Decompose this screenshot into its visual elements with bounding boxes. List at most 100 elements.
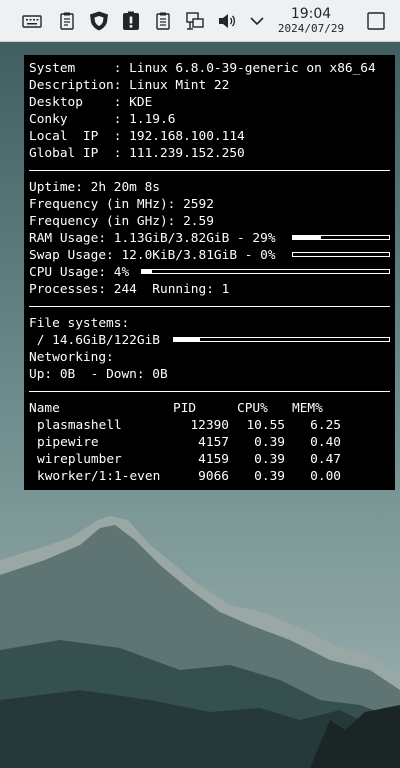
ram-usage-bar	[292, 235, 390, 240]
show-desktop-icon[interactable]	[364, 9, 388, 33]
keyboard-icon[interactable]	[20, 9, 44, 33]
root-filesystem-row: / 14.6GiB/122GiB	[29, 332, 390, 349]
process-table: Name PID CPU% MEM% plasmashell 12390 10.…	[29, 400, 390, 485]
process-pid: 9066	[198, 469, 229, 484]
download-label: - Down:	[75, 367, 153, 382]
row-label: Description:	[29, 78, 130, 93]
process-mem: 0.00	[310, 469, 341, 484]
notification-clipboard-icon[interactable]	[119, 9, 143, 33]
process-mem: 6.25	[310, 418, 341, 433]
clock[interactable]: 19:04 2024/07/29	[270, 6, 352, 36]
processes-label: Processes:	[29, 282, 114, 297]
networking-label: Networking:	[29, 350, 114, 365]
row-value: Linux Mint 22	[129, 78, 230, 93]
process-name: plasmashell	[37, 418, 122, 433]
ram-usage-value: 1.13GiB/3.82GiB - 29%	[113, 231, 276, 246]
process-table-header: Name PID CPU% MEM%	[29, 400, 390, 417]
frequency-mhz-value: 2592	[183, 197, 214, 212]
system-info: System : Linux 6.8.0-39-generic on x86_6…	[29, 60, 390, 162]
row-label: Global IP :	[29, 146, 130, 161]
uptime-value: 2h 20m 8s	[90, 180, 160, 195]
process-row: wireplumber 4159 0.39 0.47	[29, 451, 390, 468]
chevron-down-icon[interactable]	[245, 9, 269, 33]
upload-label: Up:	[29, 367, 60, 382]
process-row: pipewire 4157 0.39 0.40	[29, 434, 390, 451]
cpu-usage-value: 4%	[113, 265, 130, 280]
swap-usage-bar	[292, 252, 390, 257]
process-mem: 0.40	[310, 435, 341, 450]
process-row: kworker/1:1-even 9066 0.39 0.00	[29, 468, 390, 485]
divider	[29, 306, 390, 307]
frequency-mhz-row: Frequency (in MHz): 2592	[29, 196, 390, 213]
process-pid: 4157	[198, 435, 229, 450]
row-value: KDE	[129, 95, 153, 110]
frequency-ghz-value: 2.59	[183, 214, 214, 229]
column-header-mem: MEM%	[292, 401, 323, 416]
process-pid: 4159	[198, 452, 229, 467]
row-value: 192.168.100.114	[129, 129, 245, 144]
process-cpu: 0.39	[254, 452, 285, 467]
global-ip-row: Global IP : 111.239.152.250	[29, 145, 390, 162]
row-label: Desktop :	[29, 95, 130, 110]
process-cpu: 0.39	[254, 469, 285, 484]
process-name: wireplumber	[37, 452, 122, 467]
frequency-ghz-row: Frequency (in GHz): 2.59	[29, 213, 390, 230]
top-panel: 19:04 2024/07/29	[0, 0, 400, 42]
root-filesystem-bar	[173, 337, 390, 342]
row-value: 111.239.152.250	[129, 146, 245, 161]
row-value: 1.19.6	[129, 112, 176, 127]
shield-icon[interactable]	[87, 9, 111, 33]
process-cpu: 10.55	[246, 418, 285, 433]
uptime-label: Uptime:	[29, 180, 91, 195]
root-filesystem-fill	[174, 338, 200, 341]
divider	[29, 391, 390, 392]
process-pid: 12390	[190, 418, 229, 433]
storage-network-info: File systems: / 14.6GiB/122GiB Networkin…	[29, 315, 390, 383]
resource-info: Uptime: 2h 20m 8s Frequency (in MHz): 25…	[29, 179, 390, 298]
network-wired-icon[interactable]	[183, 9, 207, 33]
ram-usage-row: RAM Usage: 1.13GiB/3.82GiB - 29%	[29, 230, 390, 247]
process-name: pipewire	[37, 435, 99, 450]
description-row: Description: Linux Mint 22	[29, 77, 390, 94]
network-traffic-row: Up: 0B - Down: 0B	[29, 366, 390, 383]
processes-row: Processes: 244 Running: 1	[29, 281, 390, 298]
download-value: 0B	[152, 367, 168, 382]
cpu-usage-fill	[142, 270, 152, 273]
process-cpu: 0.39	[254, 435, 285, 450]
upload-value: 0B	[59, 367, 76, 382]
column-header-pid: PID	[173, 401, 197, 416]
process-row: plasmashell 12390 10.55 6.25	[29, 417, 390, 434]
local-ip-row: Local IP : 192.168.100.114	[29, 128, 390, 145]
cpu-usage-row: CPU Usage: 4%	[29, 264, 390, 281]
cpu-usage-label: CPU Usage:	[29, 265, 114, 280]
swap-usage-row: Swap Usage: 12.0KiB/3.81GiB - 0%	[29, 247, 390, 264]
row-value: Linux 6.8.0-39-generic on x86_64	[129, 61, 376, 76]
system-row: System : Linux 6.8.0-39-generic on x86_6…	[29, 60, 390, 77]
column-header-name: Name	[29, 401, 60, 416]
swap-usage-label: Swap Usage:	[29, 248, 122, 263]
swap-usage-value: 12.0KiB/3.81GiB - 0%	[121, 248, 276, 263]
cpu-usage-bar	[141, 269, 390, 274]
root-filesystem-value: / 14.6GiB/122GiB	[29, 333, 160, 348]
row-label: Conky :	[29, 112, 130, 127]
volume-icon[interactable]	[215, 9, 239, 33]
ram-usage-fill	[293, 236, 321, 239]
row-label: System :	[29, 61, 130, 76]
process-mem: 0.47	[310, 452, 341, 467]
frequency-ghz-label: Frequency (in GHz):	[29, 214, 184, 229]
conky-widget: System : Linux 6.8.0-39-generic on x86_6…	[24, 55, 395, 490]
process-name: kworker/1:1-even	[37, 469, 161, 484]
desktop-row: Desktop : KDE	[29, 94, 390, 111]
clock-date: 2024/07/29	[277, 22, 345, 35]
processes-value: 244	[113, 282, 137, 297]
divider	[29, 170, 390, 171]
running-label: Running:	[136, 282, 222, 297]
file-systems-label: File systems:	[29, 316, 130, 331]
column-header-cpu: CPU%	[237, 401, 268, 416]
uptime-row: Uptime: 2h 20m 8s	[29, 179, 390, 196]
clipboard-list-icon[interactable]	[151, 9, 175, 33]
ram-usage-label: RAM Usage:	[29, 231, 114, 246]
clipboard-icon[interactable]	[55, 9, 79, 33]
row-label: Local IP :	[29, 129, 130, 144]
clock-time: 19:04	[290, 6, 332, 22]
